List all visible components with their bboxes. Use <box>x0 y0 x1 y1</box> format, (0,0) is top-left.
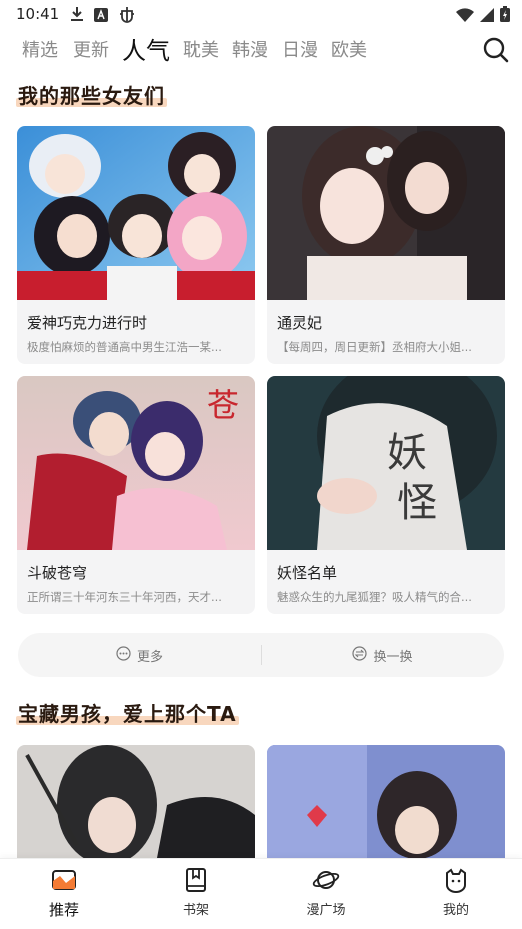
comic-card[interactable] <box>17 745 255 858</box>
comic-title: 通灵妃 <box>277 314 323 332</box>
svg-text:怪: 怪 <box>397 480 437 526</box>
comic-description: 【每周四，周日更新】丞相府大小姐... <box>277 340 472 354</box>
section-title: 我的那些女友们 <box>16 84 167 108</box>
bottom-nav: 推荐 书架 漫广场 我的 <box>0 858 522 929</box>
comic-title: 妖怪名单 <box>277 564 338 582</box>
comic-card[interactable] <box>267 745 505 858</box>
download-icon <box>70 6 84 26</box>
comic-cover <box>17 745 255 858</box>
refresh-label: 换一换 <box>373 649 413 665</box>
a-icon <box>94 7 108 26</box>
refresh-button[interactable]: 换一换 <box>261 633 504 677</box>
tab-danmei[interactable]: 耽美 <box>183 36 219 62</box>
tab-hanman[interactable]: 韩漫 <box>232 36 268 62</box>
comic-description: 魅惑众生的九尾狐狸？吸人精气的合... <box>277 590 472 604</box>
status-time: 10:41 <box>16 5 60 23</box>
status-bar: 10:41 <box>0 0 522 30</box>
bookshelf-icon <box>184 868 208 897</box>
signal-icon <box>480 7 494 26</box>
wifi-icon <box>456 7 474 26</box>
section-title: 宝藏男孩，爱上那个TA <box>16 702 239 726</box>
tab-gengxin[interactable]: 更新 <box>73 36 109 62</box>
comic-cover <box>17 126 255 300</box>
comic-title: 斗破苍穹 <box>27 564 88 582</box>
nav-bookshelf[interactable]: 书架 <box>156 867 236 918</box>
comic-cover <box>267 126 505 300</box>
comic-description: 极度怕麻烦的普通高中男生江浩一某... <box>27 340 222 354</box>
nav-profile[interactable]: 我的 <box>416 867 496 918</box>
more-refresh-bar: 更多 换一换 <box>18 633 504 677</box>
tab-oumei[interactable]: 欧美 <box>331 36 367 62</box>
refresh-icon <box>352 645 368 665</box>
category-tabs: 精选 更新 人气 耽美 韩漫 日漫 欧美 <box>0 30 522 70</box>
comic-card[interactable]: 妖 怪 妖怪名单 魅惑众生的九尾狐狸？吸人精气的合... <box>267 376 505 614</box>
more-dots-icon <box>116 645 131 665</box>
nav-label: 我的 <box>442 903 469 918</box>
comic-description: 正所谓三十年河东三十年河西，天才... <box>27 590 222 604</box>
nav-label: 书架 <box>182 903 209 918</box>
nav-label: 推荐 <box>48 901 79 919</box>
profile-icon <box>443 868 469 897</box>
planet-icon <box>312 871 340 897</box>
nav-recommend[interactable]: 推荐 <box>24 867 104 920</box>
search-icon[interactable] <box>482 36 510 64</box>
nav-label: 漫广场 <box>306 903 346 918</box>
nav-comic-square[interactable]: 漫广场 <box>286 867 366 918</box>
more-label: 更多 <box>136 649 163 665</box>
bug-icon <box>118 5 136 27</box>
tab-renqi[interactable]: 人气 <box>122 31 170 66</box>
comic-title: 爱神巧克力进行时 <box>27 314 148 332</box>
svg-text:苍: 苍 <box>207 386 239 424</box>
comic-card[interactable]: 爱神巧克力进行时 极度怕麻烦的普通高中男生江浩一某... <box>17 126 255 364</box>
tab-riman[interactable]: 日漫 <box>282 36 318 62</box>
comic-cover <box>267 745 505 858</box>
comic-card[interactable]: 苍 斗破苍穹 正所谓三十年河东三十年河西，天才... <box>17 376 255 614</box>
svg-text:妖: 妖 <box>387 430 427 476</box>
battery-icon <box>500 6 510 26</box>
comic-card[interactable]: 通灵妃 【每周四，周日更新】丞相府大小姐... <box>267 126 505 364</box>
recommend-icon <box>51 870 77 897</box>
comic-cover: 苍 <box>17 376 255 550</box>
tab-jingxuan[interactable]: 精选 <box>22 36 58 62</box>
more-button[interactable]: 更多 <box>18 633 261 677</box>
comic-cover: 妖 怪 <box>267 376 505 550</box>
